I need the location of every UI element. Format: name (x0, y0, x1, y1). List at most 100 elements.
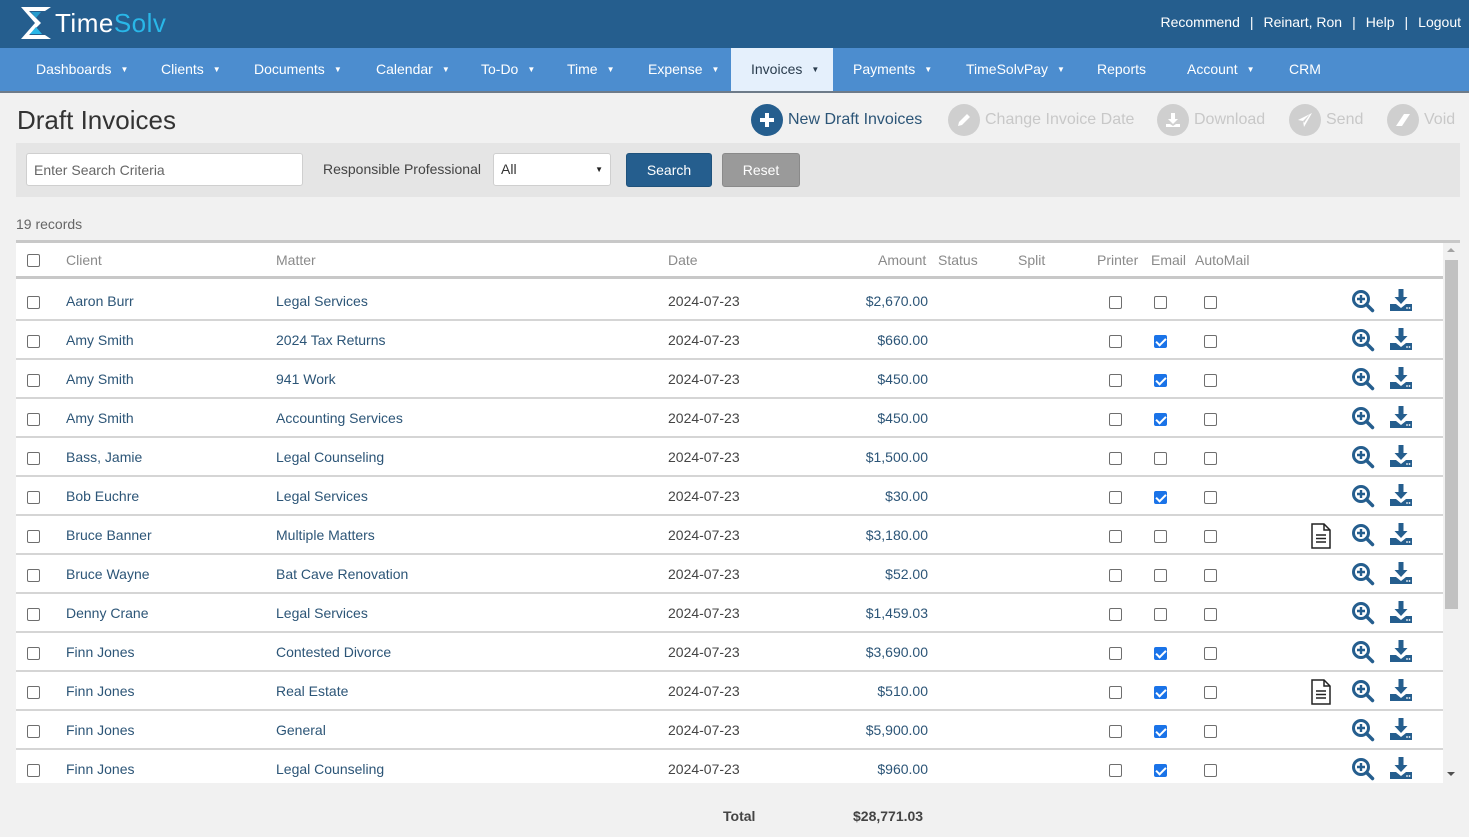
new-draft-invoices-button[interactable]: New Draft Invoices (751, 104, 922, 136)
col-split[interactable]: Split (1018, 252, 1045, 268)
email-checkbox[interactable] (1154, 452, 1167, 465)
row-select-checkbox[interactable] (27, 569, 40, 582)
automail-checkbox[interactable] (1204, 647, 1217, 660)
client-link[interactable]: Finn Jones (66, 644, 134, 660)
document-note-icon[interactable] (1310, 679, 1332, 710)
download-invoice-icon[interactable] (1389, 756, 1413, 783)
email-checkbox[interactable] (1154, 647, 1167, 660)
preview-zoom-icon[interactable] (1351, 406, 1375, 435)
table-row[interactable]: Amy Smith 2024 Tax Returns 2024-07-23 $660.… (16, 321, 1443, 360)
scroll-down-arrow-icon[interactable] (1447, 772, 1455, 776)
table-row[interactable]: Bass, Jamie Legal Counseling 2024-07-23 $1,… (16, 438, 1443, 477)
col-email[interactable]: Email (1151, 252, 1186, 268)
preview-zoom-icon[interactable] (1351, 484, 1375, 513)
table-row[interactable]: Amy Smith 941 Work 2024-07-23 $450.00 (16, 360, 1443, 399)
timesolv-logo[interactable]: TimeSolv (19, 6, 166, 40)
matter-link[interactable]: General (276, 722, 326, 738)
invoice-amount[interactable]: $52.00 (808, 566, 928, 582)
col-amount[interactable]: Amount (878, 252, 926, 268)
search-button[interactable]: Search (626, 153, 712, 187)
printer-checkbox[interactable] (1109, 530, 1122, 543)
invoice-amount[interactable]: $3,180.00 (808, 527, 928, 543)
logout-link[interactable]: Logout (1418, 14, 1461, 30)
scroll-up-arrow-icon[interactable] (1447, 248, 1455, 252)
help-link[interactable]: Help (1366, 14, 1395, 30)
download-invoice-icon[interactable] (1389, 288, 1413, 317)
table-row[interactable]: Bruce Banner Multiple Matters 2024-07-23 $3… (16, 516, 1443, 555)
client-link[interactable]: Amy Smith (66, 410, 134, 426)
col-client[interactable]: Client (66, 252, 102, 268)
client-link[interactable]: Bruce Wayne (66, 566, 150, 582)
automail-checkbox[interactable] (1204, 452, 1217, 465)
client-link[interactable]: Denny Crane (66, 605, 149, 621)
invoice-amount[interactable]: $30.00 (808, 488, 928, 504)
table-row[interactable]: Finn Jones Real Estate 2024-07-23 $510.00 (16, 672, 1443, 711)
nav-payments[interactable]: Payments ▼ (853, 48, 932, 91)
automail-checkbox[interactable] (1204, 686, 1217, 699)
matter-link[interactable]: Legal Services (276, 488, 368, 504)
client-link[interactable]: Finn Jones (66, 761, 134, 777)
automail-checkbox[interactable] (1204, 491, 1217, 504)
matter-link[interactable]: Contested Divorce (276, 644, 391, 660)
col-matter[interactable]: Matter (276, 252, 316, 268)
nav-time[interactable]: Time ▼ (567, 48, 615, 91)
printer-checkbox[interactable] (1109, 335, 1122, 348)
automail-checkbox[interactable] (1204, 608, 1217, 621)
download-invoice-icon[interactable] (1389, 327, 1413, 356)
table-row[interactable]: Bob Euchre Legal Services 2024-07-23 $30.00 (16, 477, 1443, 516)
col-automail[interactable]: AutoMail (1195, 252, 1249, 268)
email-checkbox[interactable] (1154, 335, 1167, 348)
download-invoice-icon[interactable] (1389, 444, 1413, 473)
matter-link[interactable]: 2024 Tax Returns (276, 332, 385, 348)
preview-zoom-icon[interactable] (1351, 445, 1375, 474)
printer-checkbox[interactable] (1109, 764, 1122, 777)
invoice-amount[interactable]: $960.00 (808, 761, 928, 777)
matter-link[interactable]: Legal Services (276, 293, 368, 309)
col-date[interactable]: Date (668, 252, 698, 268)
nav-invoices[interactable]: Invoices ▼ (731, 48, 833, 91)
download-invoice-icon[interactable] (1389, 405, 1413, 434)
select-all-checkbox[interactable] (27, 254, 40, 267)
automail-checkbox[interactable] (1204, 725, 1217, 738)
preview-zoom-icon[interactable] (1351, 523, 1375, 552)
col-status[interactable]: Status (938, 252, 978, 268)
invoice-amount[interactable]: $2,670.00 (808, 293, 928, 309)
automail-checkbox[interactable] (1204, 335, 1217, 348)
recommend-link[interactable]: Recommend (1160, 14, 1239, 30)
printer-checkbox[interactable] (1109, 413, 1122, 426)
printer-checkbox[interactable] (1109, 491, 1122, 504)
change-invoice-date-button[interactable]: Change Invoice Date (948, 104, 1134, 136)
download-invoice-icon[interactable] (1389, 522, 1413, 551)
client-link[interactable]: Bruce Banner (66, 527, 152, 543)
send-button[interactable]: Send (1289, 104, 1363, 136)
preview-zoom-icon[interactable] (1351, 367, 1375, 396)
email-checkbox[interactable] (1154, 764, 1167, 777)
preview-zoom-icon[interactable] (1351, 718, 1375, 747)
invoice-amount[interactable]: $5,900.00 (808, 722, 928, 738)
row-select-checkbox[interactable] (27, 374, 40, 387)
scrollbar-thumb[interactable] (1445, 260, 1458, 609)
row-select-checkbox[interactable] (27, 608, 40, 621)
table-row[interactable]: Bruce Wayne Bat Cave Renovation 2024-07-23… (16, 555, 1443, 594)
preview-zoom-icon[interactable] (1351, 640, 1375, 669)
nav-dashboards[interactable]: Dashboards ▼ (36, 48, 128, 91)
printer-checkbox[interactable] (1109, 452, 1122, 465)
printer-checkbox[interactable] (1109, 296, 1122, 309)
vertical-scrollbar[interactable] (1443, 243, 1460, 783)
reset-button[interactable]: Reset (722, 153, 800, 187)
client-link[interactable]: Amy Smith (66, 332, 134, 348)
client-link[interactable]: Bass, Jamie (66, 449, 142, 465)
row-select-checkbox[interactable] (27, 530, 40, 543)
nav-reports[interactable]: Reports (1097, 48, 1146, 91)
client-link[interactable]: Aaron Burr (66, 293, 134, 309)
nav-account[interactable]: Account ▼ (1187, 48, 1255, 91)
search-input[interactable] (26, 153, 303, 186)
download-invoice-icon[interactable] (1389, 717, 1413, 746)
email-checkbox[interactable] (1154, 569, 1167, 582)
row-select-checkbox[interactable] (27, 452, 40, 465)
matter-link[interactable]: Real Estate (276, 683, 348, 699)
row-select-checkbox[interactable] (27, 647, 40, 660)
row-select-checkbox[interactable] (27, 491, 40, 504)
matter-link[interactable]: Legal Counseling (276, 449, 384, 465)
responsible-professional-select[interactable]: All ▼ (493, 153, 611, 186)
